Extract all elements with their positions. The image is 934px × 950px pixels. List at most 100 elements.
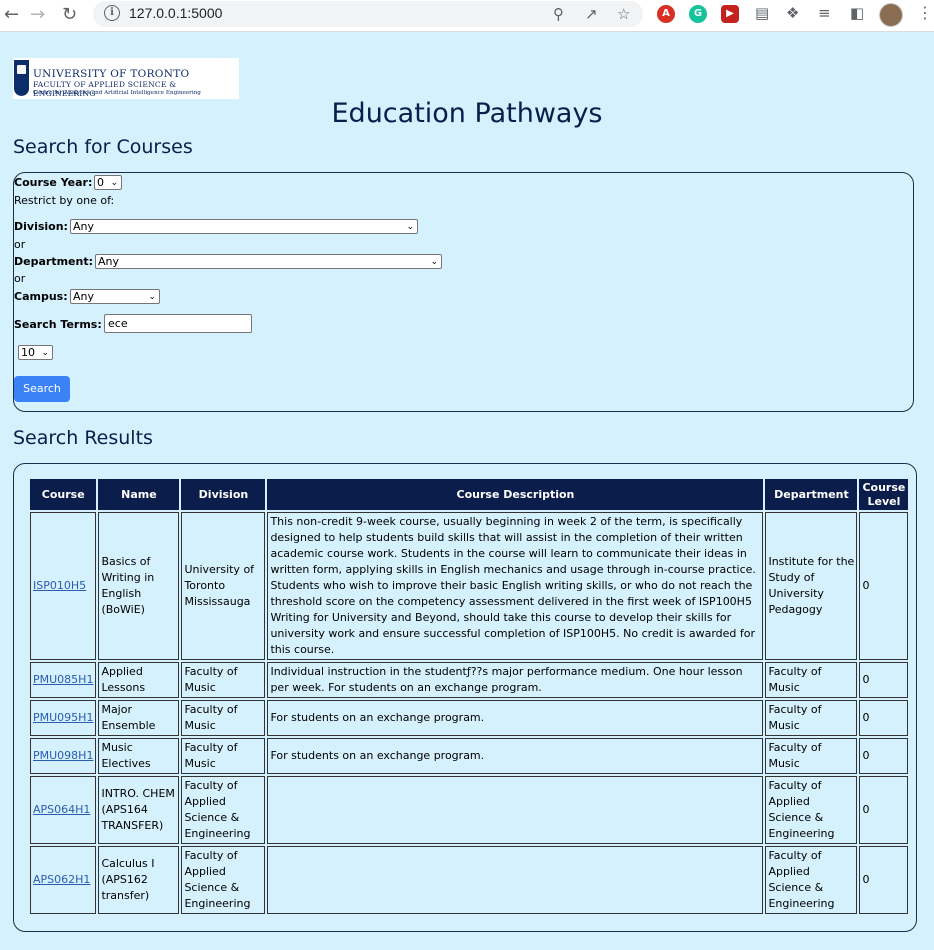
table-row: APS064H1 INTRO. CHEM (APS164 TRANSFER) F… xyxy=(30,776,909,844)
description-cell xyxy=(267,846,764,914)
reload-icon[interactable]: ↻ xyxy=(62,4,77,25)
logo-line-1: UNIVERSITY OF TORONTO xyxy=(33,68,190,80)
division-cell: Faculty of Music xyxy=(181,662,266,698)
reading-list-icon[interactable]: ≡ xyxy=(818,4,831,22)
search-terms-value: ece xyxy=(108,317,128,330)
adblock-extension-icon[interactable]: A xyxy=(657,5,675,23)
share-icon[interactable]: ↗ xyxy=(585,5,598,23)
division-cell: Faculty of Music xyxy=(181,700,266,736)
description-cell: For students on an exchange program. xyxy=(267,738,764,774)
course-name-cell: Calculus I (APS162 transfer) xyxy=(98,846,180,914)
page-title: Education Pathways xyxy=(331,98,603,129)
document-extension-icon[interactable]: ▤ xyxy=(755,4,769,22)
logo-line-3: Centre for Analytics and Artificial Inte… xyxy=(33,90,201,96)
table-row: APS062H1 Calculus I (APS162 transfer) Fa… xyxy=(30,846,909,914)
level-cell: 0 xyxy=(859,776,909,844)
course-link[interactable]: PMU095H1 xyxy=(33,711,93,724)
or-text-1: or xyxy=(14,238,26,251)
level-cell: 0 xyxy=(859,512,909,660)
column-header-level: Course Level xyxy=(859,479,909,510)
department-cell: Faculty of Music xyxy=(765,700,858,736)
column-header-description: Course Description xyxy=(267,479,764,510)
division-cell: Faculty of Applied Science & Engineering xyxy=(181,776,266,844)
browser-toolbar: ← → ↻ i 127.0.0.1:5000 ⚲ ↗ ☆ A G ▶ ▤ ❖ ≡… xyxy=(0,0,934,32)
course-code-cell: PMU095H1 xyxy=(30,700,97,736)
course-year-select[interactable]: 0 ⌄ xyxy=(94,175,122,190)
department-cell: Faculty of Applied Science & Engineering xyxy=(765,846,858,914)
table-row: ISP010H5 Basics of Writing in English (B… xyxy=(30,512,909,660)
search-heading: Search for Courses xyxy=(13,136,193,158)
course-link[interactable]: APS062H1 xyxy=(33,873,90,886)
address-bar[interactable]: i 127.0.0.1:5000 ⚲ ↗ ☆ xyxy=(93,1,643,27)
department-select[interactable]: Any ⌄ xyxy=(95,254,442,269)
profile-avatar[interactable] xyxy=(879,3,903,27)
column-header-department: Department xyxy=(765,479,858,510)
table-row: PMU095H1 Major Ensemble Faculty of Music… xyxy=(30,700,909,736)
course-code-cell: PMU098H1 xyxy=(30,738,97,774)
level-cell: 0 xyxy=(859,700,909,736)
division-cell: Faculty of Applied Science & Engineering xyxy=(181,846,266,914)
level-cell: 0 xyxy=(859,846,909,914)
results-table: Course Name Division Course Description … xyxy=(28,477,910,916)
course-link[interactable]: PMU098H1 xyxy=(33,749,93,762)
description-cell xyxy=(267,776,764,844)
course-link[interactable]: APS064H1 xyxy=(33,803,90,816)
restrict-text: Restrict by one of: xyxy=(14,194,115,207)
side-panel-icon[interactable]: ◧ xyxy=(850,4,864,22)
site-info-icon[interactable]: i xyxy=(104,5,120,21)
back-arrow-icon[interactable]: ← xyxy=(4,4,19,25)
course-year-label: Course Year: xyxy=(14,176,93,189)
column-header-division: Division xyxy=(181,479,266,510)
department-cell: Faculty of Applied Science & Engineering xyxy=(765,776,858,844)
puzzle-extensions-icon[interactable]: ❖ xyxy=(786,4,799,22)
course-code-cell: APS062H1 xyxy=(30,846,97,914)
search-terms-label: Search Terms: xyxy=(14,318,102,331)
address-url[interactable]: 127.0.0.1:5000 xyxy=(129,5,222,21)
division-select[interactable]: Any ⌄ xyxy=(70,219,418,234)
or-text-2: or xyxy=(14,272,26,285)
search-terms-input[interactable]: ece xyxy=(104,314,252,333)
campus-select[interactable]: Any ⌄ xyxy=(70,289,160,304)
course-name-cell: INTRO. CHEM (APS164 TRANSFER) xyxy=(98,776,180,844)
description-cell: For students on an exchange program. xyxy=(267,700,764,736)
crest-icon xyxy=(14,60,29,96)
search-button[interactable]: Search xyxy=(14,376,70,402)
table-row: PMU085H1 Applied Lessons Faculty of Musi… xyxy=(30,662,909,698)
table-header-row: Course Name Division Course Description … xyxy=(30,479,909,510)
department-cell: Institute for the Study of University Pe… xyxy=(765,512,858,660)
table-row: PMU098H1 Music Electives Faculty of Musi… xyxy=(30,738,909,774)
column-header-name: Name xyxy=(98,479,180,510)
level-cell: 0 xyxy=(859,662,909,698)
department-cell: Faculty of Music xyxy=(765,738,858,774)
course-year-value: 0 xyxy=(97,176,104,189)
division-value: Any xyxy=(73,220,95,233)
media-extension-icon[interactable]: ▶ xyxy=(721,5,739,23)
campus-label: Campus: xyxy=(14,290,68,303)
results-limit-select[interactable]: 10 ⌄ xyxy=(18,345,53,360)
browser-menu-icon[interactable]: ⋮ xyxy=(917,3,933,22)
course-link[interactable]: PMU085H1 xyxy=(33,673,93,686)
course-name-cell: Applied Lessons xyxy=(98,662,180,698)
description-cell: This non-credit 9-week course, usually b… xyxy=(267,512,764,660)
department-label: Department: xyxy=(14,255,93,268)
course-name-cell: Major Ensemble xyxy=(98,700,180,736)
course-name-cell: Basics of Writing in English (BoWiE) xyxy=(98,512,180,660)
course-code-cell: PMU085H1 xyxy=(30,662,97,698)
department-value: Any xyxy=(98,255,120,268)
division-cell: University of Toronto Mississauga xyxy=(181,512,266,660)
course-code-cell: ISP010H5 xyxy=(30,512,97,660)
zoom-icon[interactable]: ⚲ xyxy=(553,5,564,23)
results-limit-value: 10 xyxy=(21,346,35,359)
column-header-course: Course xyxy=(30,479,97,510)
bookmark-star-icon[interactable]: ☆ xyxy=(617,5,630,23)
campus-value: Any xyxy=(73,290,95,303)
course-link[interactable]: ISP010H5 xyxy=(33,579,86,592)
search-form: Course Year: 0 ⌄ Restrict by one of: Div… xyxy=(13,172,914,412)
division-cell: Faculty of Music xyxy=(181,738,266,774)
forward-arrow-icon[interactable]: → xyxy=(30,4,45,25)
level-cell: 0 xyxy=(859,738,909,774)
grammarly-extension-icon[interactable]: G xyxy=(689,5,707,23)
description-cell: Individual instruction in the studentƒ??… xyxy=(267,662,764,698)
department-cell: Faculty of Music xyxy=(765,662,858,698)
chevron-down-icon: ⌄ xyxy=(430,257,438,267)
